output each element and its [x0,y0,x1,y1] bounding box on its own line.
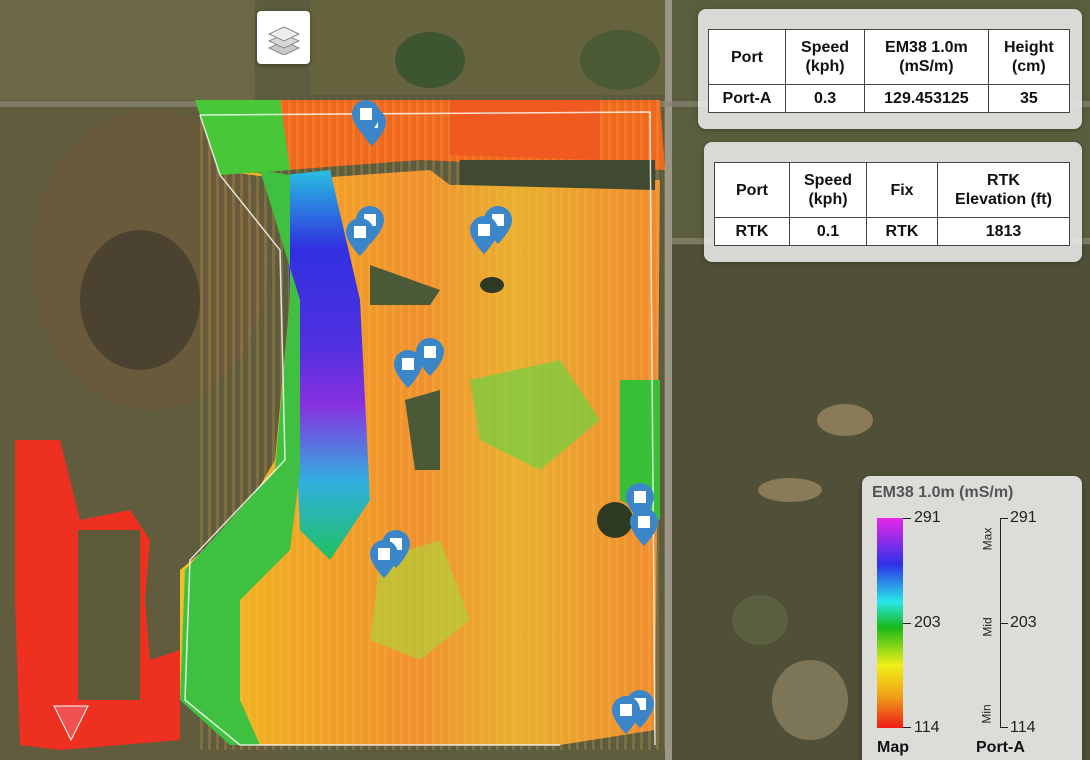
cell-speed: 0.3 [784,84,866,113]
port-readings-table: Port Speed (kph) EM38 1.0m (mS/m) Height (c… [708,29,1071,113]
slough [395,32,465,88]
coverage-west-hole [78,530,140,700]
legend-map-min: 114 [914,719,940,736]
cell-speed: 0.1 [789,217,867,246]
slough [732,595,788,645]
legend-label-min: Min [979,704,994,724]
legend-title: EM38 1.0m (mS/m) [872,484,1014,501]
legend-footer-map: Map [877,739,909,756]
wetland-center [80,230,200,370]
column-header-port: Port [714,162,790,218]
slough [817,404,873,436]
rtk-readings-panel: Port Speed (kph) Fix RTK Elevation (ft) RT… [704,142,1082,262]
coverage-hole [460,160,655,190]
cell-fix: RTK [866,217,938,246]
column-header-speed: Speed (kph) [789,162,867,218]
column-header-em38: EM38 1.0m (mS/m) [864,29,989,85]
column-header-fix: Fix [866,162,938,218]
legend-footer-port: Port-A [976,739,1025,756]
legend-port-max: 291 [1010,509,1037,526]
cell-elevation: 1813 [937,217,1070,246]
cell-em38: 129.453125 [864,84,989,113]
legend-label-mid: Mid [980,617,995,637]
coverage-hole [480,277,504,293]
legend-port-min: 114 [1010,719,1036,736]
legend-tick [903,623,911,624]
legend-gradient-bar [877,518,903,728]
port-readings-panel: Port Speed (kph) EM38 1.0m (mS/m) Height (c… [698,9,1082,129]
road-vertical [665,0,672,760]
legend-label-max: Max [980,527,995,551]
table-row: Port-A 0.3 129.453125 35 [708,84,1071,113]
column-header-height: Height (cm) [987,29,1071,85]
legend-map-max: 291 [914,509,941,526]
legend-port-mid: 203 [1010,614,1037,631]
table-row: RTK 0.1 RTK 1813 [714,217,1070,246]
legend-tick [1000,518,1008,519]
color-legend: EM38 1.0m (mS/m) 291 203 114 Max Mid Min… [862,476,1082,760]
slough [758,478,822,502]
slough [772,660,848,740]
coverage-hole [597,502,633,538]
legend-tick [1000,623,1008,624]
coverage-yellow-top [450,100,600,160]
column-header-speed: Speed (kph) [784,29,866,85]
table-header-row: Port Speed (kph) EM38 1.0m (mS/m) Height (c… [708,29,1071,85]
layers-icon [267,25,300,55]
column-header-elevation: RTK Elevation (ft) [937,162,1070,218]
table-header-row: Port Speed (kph) Fix RTK Elevation (ft) [714,162,1070,218]
cell-height: 35 [987,84,1071,113]
column-header-port: Port [708,29,786,85]
legend-tick [1000,727,1008,728]
layers-button[interactable] [257,11,310,64]
slough [580,30,660,90]
legend-tick [903,518,911,519]
field-parcel-top-left [0,0,255,100]
rtk-readings-table: Port Speed (kph) Fix RTK Elevation (ft) RT… [714,162,1070,246]
cell-port: Port-A [708,84,786,113]
legend-tick [903,727,911,728]
legend-map-mid: 203 [914,614,941,631]
cell-port: RTK [714,217,790,246]
